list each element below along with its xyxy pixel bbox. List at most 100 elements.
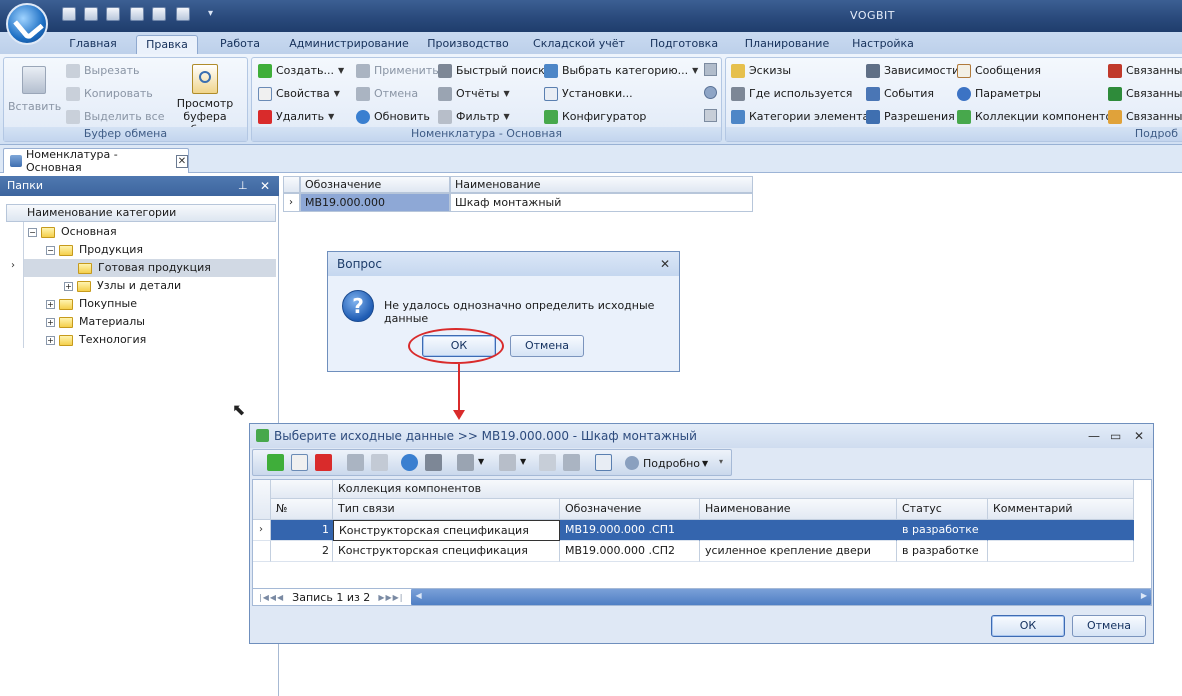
column-comment[interactable]: Комментарий (988, 499, 1134, 520)
chevron-down-icon[interactable]: ▼ (478, 457, 484, 466)
filter-button[interactable]: Фильтр ▼ (438, 108, 510, 126)
properties-button[interactable]: Свойства ▼ (258, 85, 340, 103)
calculator-icon[interactable] (704, 109, 717, 122)
sort-up-icon[interactable] (539, 454, 556, 471)
create-button[interactable]: Создать... ▼ (258, 62, 344, 80)
apply-button[interactable]: Применить (356, 62, 439, 80)
tab-work[interactable]: Работа (208, 35, 272, 54)
column-name[interactable]: Наименование (450, 176, 753, 193)
layout-icon[interactable] (704, 63, 717, 76)
table-row[interactable]: 2 Конструкторская спецификация МВ19.000.… (253, 541, 1134, 562)
settings-icon[interactable] (595, 454, 612, 471)
chevron-down-icon[interactable]: ▼ (520, 457, 526, 466)
compass-icon[interactable] (704, 86, 717, 99)
paste-button[interactable]: Вставить (8, 62, 61, 122)
related-button-1[interactable]: Связанные (1108, 62, 1182, 80)
cell-designation[interactable]: МВ19.000.000 (300, 193, 450, 212)
tab-edit[interactable]: Правка (136, 35, 198, 54)
close-panel-icon[interactable]: ✕ (260, 176, 270, 196)
related-button-2[interactable]: Связанные (1108, 85, 1182, 103)
messages-button[interactable]: Сообщения (957, 62, 1041, 80)
column-designation[interactable]: Обозначение (560, 499, 700, 520)
sort-down-icon[interactable] (563, 454, 580, 471)
minimize-icon[interactable]: — (1088, 424, 1100, 448)
nav-last-icon[interactable]: ▶▶▶| (378, 593, 403, 602)
plus-icon[interactable] (267, 454, 284, 471)
cell-link-type[interactable]: Конструкторская спецификация (333, 520, 560, 541)
sketches-button[interactable]: Эскизы (731, 62, 791, 80)
tree-item-assemblies[interactable]: + Узлы и детали (24, 277, 276, 295)
column-link-type[interactable]: Тип связи (333, 499, 560, 520)
refresh-button[interactable]: Обновить (356, 108, 430, 126)
expand-icon[interactable]: + (46, 317, 55, 327)
quick-access-icon[interactable] (152, 7, 166, 21)
close-icon[interactable]: ✕ (660, 252, 670, 276)
table-row[interactable]: › 1 Конструкторская спецификация МВ19.00… (253, 520, 1134, 541)
binoculars-icon[interactable] (425, 454, 442, 471)
tab-warehouse[interactable]: Складской учёт (526, 35, 632, 54)
horizontal-scrollbar[interactable]: ◀ ▶ (411, 589, 1151, 605)
dialog-ok-button[interactable]: ОК (991, 615, 1065, 637)
configurator-button[interactable]: Конфигуратор (544, 108, 646, 126)
tree-item-products[interactable]: − Продукция (24, 241, 276, 259)
document-tab[interactable]: Номенклатура - Основная ✕ (3, 148, 189, 174)
cut-button[interactable]: Вырезать (66, 62, 139, 80)
quick-search-button[interactable]: Быстрый поиск (438, 62, 545, 80)
parameters-button[interactable]: Параметры (957, 85, 1041, 103)
where-used-button[interactable]: Где используется (731, 85, 852, 103)
edit-icon[interactable] (291, 454, 308, 471)
save-icon[interactable] (347, 454, 364, 471)
permissions-button[interactable]: Разрешения (866, 108, 955, 126)
reports-button[interactable]: Отчёты ▼ (438, 85, 510, 103)
clipboard-preview-button[interactable]: Просмотр буфера обмена (164, 62, 246, 136)
toolbar-overflow-icon[interactable]: ▾ (719, 457, 723, 466)
filter-icon[interactable] (499, 454, 516, 471)
collapse-icon[interactable]: − (28, 227, 37, 237)
tab-planning[interactable]: Планирование (738, 35, 836, 54)
component-collections-button[interactable]: Коллекции компонентов (957, 108, 1119, 126)
tab-settings[interactable]: Настройка (846, 35, 920, 54)
quick-access-icon[interactable] (62, 7, 76, 21)
tree-item-main[interactable]: − Основная (24, 223, 276, 241)
quick-access-dropdown-icon[interactable]: ▾ (208, 8, 213, 19)
nav-first-icon[interactable]: |◀◀◀ (259, 593, 284, 602)
quick-access-icon[interactable] (84, 7, 98, 21)
expand-icon[interactable]: + (64, 281, 73, 291)
quick-access-icon[interactable] (106, 7, 120, 21)
close-tab-icon[interactable]: ✕ (175, 154, 189, 168)
cell-name[interactable]: Шкаф монтажный (450, 193, 753, 212)
quick-access-icon[interactable] (176, 7, 190, 21)
undo-icon[interactable] (371, 454, 388, 471)
cancel-button[interactable]: Отмена (510, 335, 584, 357)
tree-item-technology[interactable]: + Технология (24, 331, 276, 349)
quick-access-icon[interactable] (130, 7, 144, 21)
tree-item-purchased[interactable]: + Покупные (24, 295, 276, 313)
detail-button[interactable]: Подробно ▼ (625, 454, 708, 472)
settings-button[interactable]: Установки... (544, 85, 633, 103)
tree-item-materials[interactable]: + Материалы (24, 313, 276, 331)
tree-column-header[interactable]: Наименование категории (6, 204, 276, 222)
pin-icon[interactable]: ⊥ (238, 176, 248, 196)
tab-production[interactable]: Производство (420, 35, 516, 54)
select-categories-button[interactable]: Выбрать категорию... ▼ (544, 62, 698, 80)
expand-icon[interactable]: + (46, 335, 55, 345)
maximize-icon[interactable]: ▭ (1110, 424, 1121, 448)
column-number[interactable]: № (271, 499, 333, 520)
dependencies-button[interactable]: Зависимости (866, 62, 959, 80)
cancel-changes-button[interactable]: Отмена (356, 85, 418, 103)
scroll-right-icon[interactable]: ▶ (1141, 591, 1147, 600)
dialog-cancel-button[interactable]: Отмена (1072, 615, 1146, 637)
refresh-icon[interactable] (401, 454, 418, 471)
printer-icon[interactable] (457, 454, 474, 471)
scroll-left-icon[interactable]: ◀ (415, 591, 421, 600)
tab-administration[interactable]: Администрирование (284, 35, 414, 54)
tree-item-finished-products[interactable]: Готовая продукция (24, 259, 276, 277)
related-button-3[interactable]: Связанные (1108, 108, 1182, 126)
element-categories-button[interactable]: Категории элемента (731, 108, 869, 126)
delete-button[interactable]: Удалить ▼ (258, 108, 334, 126)
column-designation[interactable]: Обозначение (300, 176, 450, 193)
copy-button[interactable]: Копировать (66, 85, 153, 103)
tab-preparation[interactable]: Подготовка (642, 35, 726, 54)
delete-x-icon[interactable] (315, 454, 332, 471)
column-status[interactable]: Статус (897, 499, 988, 520)
